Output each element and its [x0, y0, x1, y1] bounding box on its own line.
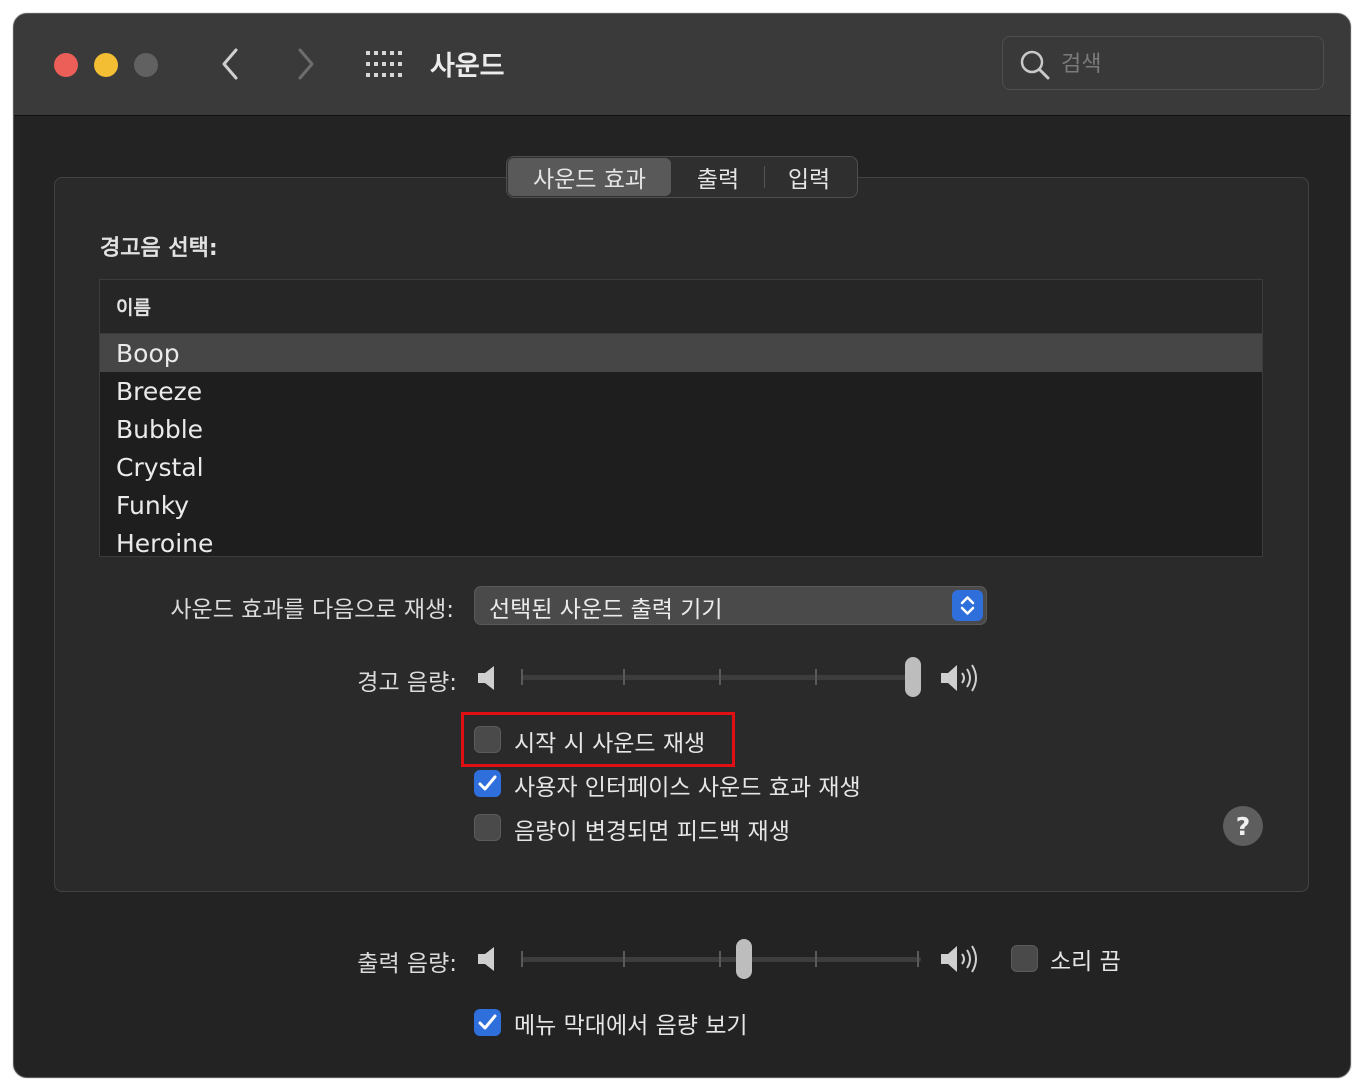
slider-tick [521, 951, 523, 967]
search-field[interactable] [1002, 36, 1324, 90]
close-button[interactable] [54, 53, 78, 77]
alert-volume-slider[interactable] [521, 657, 921, 697]
speaker-low-icon [478, 947, 494, 971]
chevron-up-down-icon [960, 596, 975, 615]
output-device-value: 선택된 사운드 출력 기기 [489, 597, 723, 623]
show-volume-in-menu-bar-label[interactable]: 메뉴 막대에서 음량 보기 [514, 1006, 748, 1040]
slider-tick [719, 951, 721, 967]
mute-label[interactable]: 소리 끔 [1050, 942, 1121, 976]
tab-output[interactable]: 출력 [672, 158, 764, 196]
slider-knob[interactable] [905, 657, 921, 697]
chevron-right-icon [298, 48, 314, 80]
minimize-button[interactable] [94, 53, 118, 77]
search-icon [1020, 50, 1050, 80]
speaker-high-icon [941, 664, 977, 692]
volume-feedback-checkbox[interactable] [474, 814, 501, 841]
startup-sound-checkbox[interactable] [474, 726, 501, 753]
slider-tick [917, 951, 919, 967]
alert-sound-label: 경고음 선택: [100, 236, 218, 261]
checkmark-icon [478, 1014, 497, 1030]
zoom-button[interactable] [134, 53, 158, 77]
slider-tick [815, 951, 817, 967]
tab-bar: 사운드 효과 출력 입력 [506, 156, 858, 198]
list-item[interactable]: Crystal [100, 448, 1262, 486]
checkmark-icon [478, 775, 497, 791]
search-input[interactable] [1059, 47, 1313, 81]
slider-tick [623, 669, 625, 685]
output-volume-slider[interactable] [521, 939, 921, 979]
mute-checkbox[interactable] [1011, 945, 1038, 972]
forward-button[interactable] [290, 46, 320, 82]
ui-sound-effects-label[interactable]: 사용자 인터페이스 사운드 효과 재생 [514, 768, 861, 802]
title-bar: 사운드 [14, 14, 1350, 116]
list-item[interactable]: Funky [100, 486, 1262, 524]
show-volume-in-menu-bar-checkbox[interactable] [474, 1009, 501, 1036]
slider-track [521, 675, 921, 680]
list-item[interactable]: Heroine [100, 524, 1262, 557]
show-all-grid-button[interactable] [366, 51, 402, 77]
back-button[interactable] [216, 46, 246, 82]
grid-icon [366, 51, 402, 77]
slider-tick [623, 951, 625, 967]
window-title: 사운드 [430, 51, 505, 82]
speaker-high-icon [941, 945, 977, 973]
list-item[interactable]: Bubble [100, 410, 1262, 448]
slider-tick [815, 669, 817, 685]
alert-volume-label: 경고 음량: [357, 670, 457, 696]
help-button[interactable]: ? [1223, 806, 1263, 846]
column-header-name[interactable]: 이름 [100, 280, 1262, 334]
output-volume-label: 출력 음량: [357, 951, 457, 977]
volume-feedback-label[interactable]: 음량이 변경되면 피드백 재생 [514, 812, 790, 846]
slider-track [521, 957, 921, 962]
slider-tick [719, 669, 721, 685]
ui-sound-effects-checkbox[interactable] [474, 770, 501, 797]
tab-input[interactable]: 입력 [765, 158, 853, 196]
alert-sound-list[interactable]: 이름 Boop Breeze Bubble Crystal Funky Hero… [99, 279, 1263, 557]
startup-sound-label[interactable]: 시작 시 사운드 재생 [514, 724, 705, 758]
output-device-popup[interactable]: 선택된 사운드 출력 기기 [474, 586, 987, 625]
tab-sound-effects[interactable]: 사운드 효과 [508, 158, 671, 196]
popup-stepper[interactable] [952, 590, 983, 621]
slider-knob[interactable] [736, 939, 753, 979]
list-item[interactable]: Boop [100, 334, 1262, 372]
sound-preferences-window: 사운드 사운드 효과 출력 입력 경고음 선택: 이름 Boop Breeze … [13, 13, 1351, 1078]
list-item[interactable]: Breeze [100, 372, 1262, 410]
play-through-label: 사운드 효과를 다음으로 재생: [170, 597, 454, 623]
speaker-low-icon [478, 666, 494, 690]
chevron-left-icon [222, 48, 238, 80]
slider-tick [521, 669, 523, 685]
